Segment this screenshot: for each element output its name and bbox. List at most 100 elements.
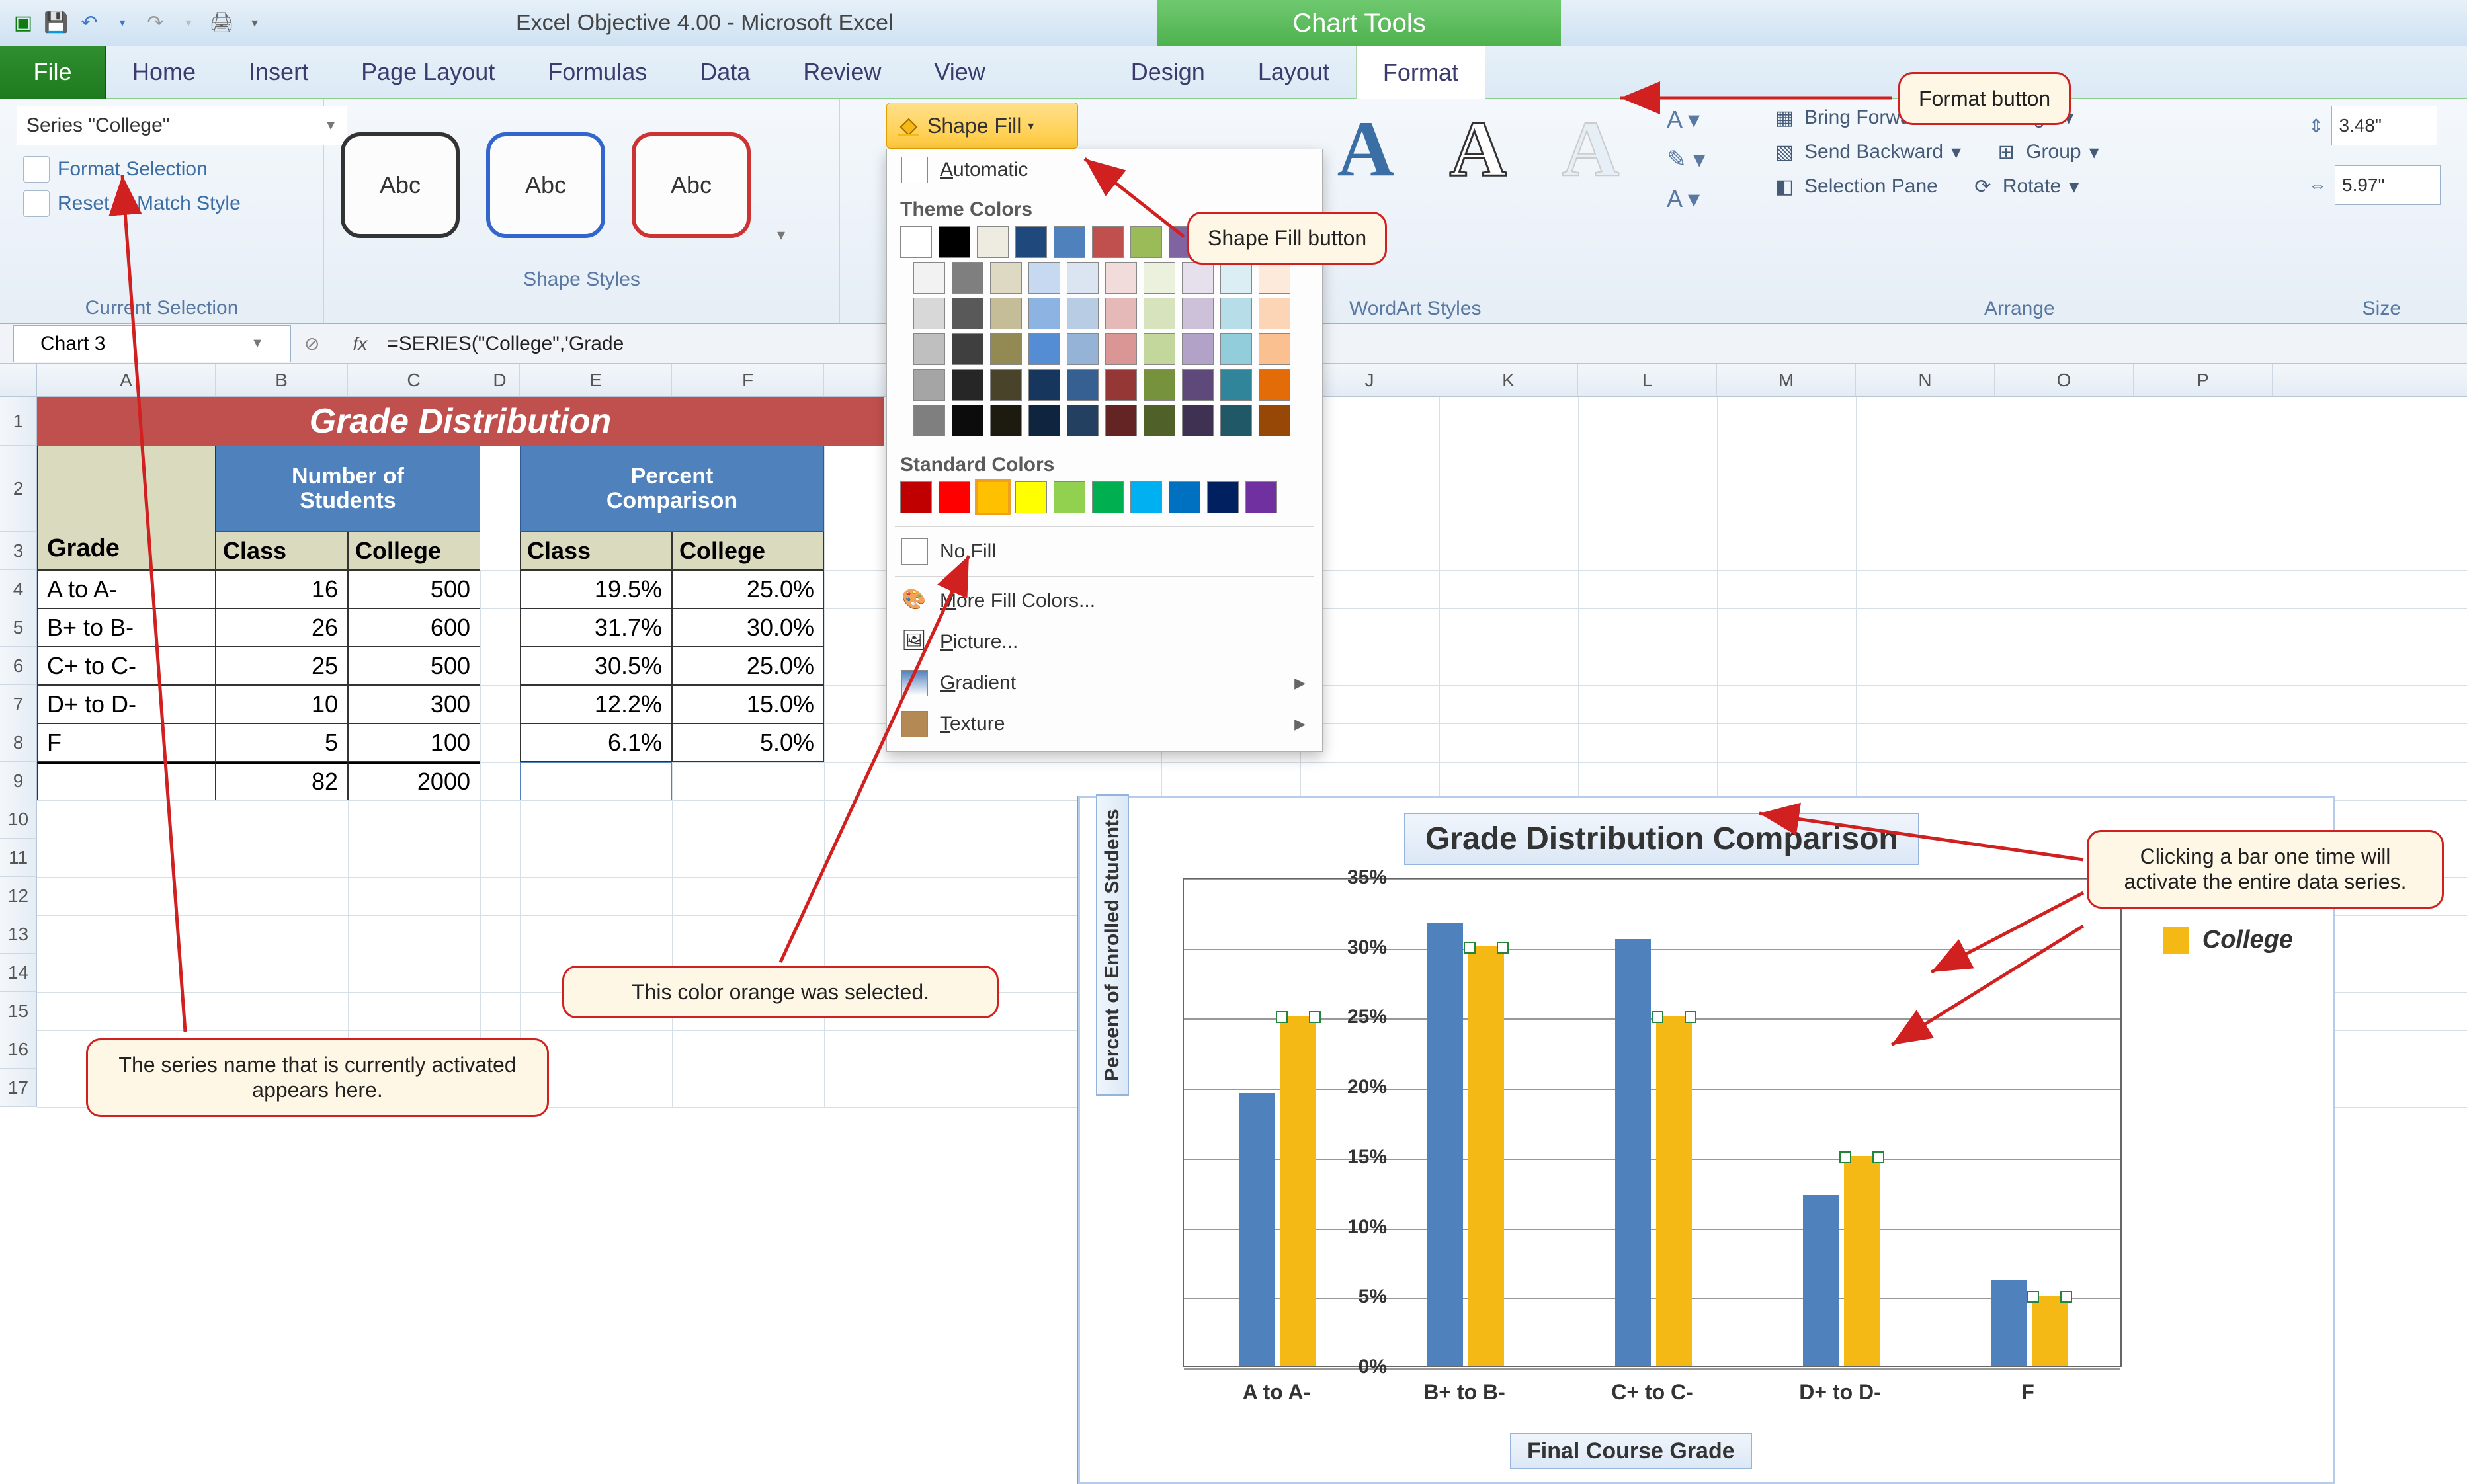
theme-tint-swatch[interactable] <box>1028 262 1060 294</box>
cell-ncoll[interactable]: 600 <box>348 608 480 647</box>
row-header-9[interactable]: 9 <box>0 762 37 800</box>
theme-color-swatch[interactable] <box>977 226 1009 258</box>
cell-pclass[interactable]: 19.5% <box>520 570 672 608</box>
theme-tint-swatch[interactable] <box>1105 369 1137 401</box>
selection-pane-button[interactable]: ◧Selection Pane <box>1773 175 1938 198</box>
theme-tint-swatch[interactable] <box>990 405 1022 436</box>
cell-ncoll[interactable]: 300 <box>348 685 480 723</box>
theme-tint-swatch[interactable] <box>1067 333 1099 365</box>
row-header-13[interactable]: 13 <box>0 915 37 954</box>
row-header-1[interactable]: 1 <box>0 397 37 446</box>
quick-print-icon[interactable]: 🖨 <box>208 10 235 36</box>
menu-automatic[interactable]: Automatic <box>887 149 1322 190</box>
text-fill-icon[interactable]: A ▾ <box>1667 106 1705 134</box>
chart-bar-college[interactable] <box>1280 1016 1316 1366</box>
row-header-3[interactable]: 3 <box>0 532 37 570</box>
shape-width-input[interactable]: 5.97" <box>2335 165 2441 205</box>
theme-tint-swatch[interactable] <box>1220 298 1252 329</box>
theme-tint-swatch[interactable] <box>1144 333 1175 365</box>
text-effects-icon[interactable]: A ▾ <box>1667 185 1705 213</box>
row-header-7[interactable]: 7 <box>0 685 37 723</box>
theme-tint-swatch[interactable] <box>1028 369 1060 401</box>
theme-tint-swatch[interactable] <box>990 369 1022 401</box>
chart-bar-class[interactable] <box>1239 1093 1275 1366</box>
wordart-preset-3[interactable]: A <box>1548 106 1634 192</box>
chart-bar-class[interactable] <box>1991 1280 2027 1366</box>
col-header-C[interactable]: C <box>348 364 480 396</box>
theme-tint-swatch[interactable] <box>1105 333 1137 365</box>
format-selection-button[interactable]: Format Selection <box>17 152 307 186</box>
cell-pcoll[interactable]: 25.0% <box>672 570 824 608</box>
cell-nclass[interactable]: 5 <box>216 723 348 762</box>
row-header-11[interactable]: 11 <box>0 839 37 877</box>
theme-color-swatch[interactable] <box>1054 226 1085 258</box>
undo-dropdown-icon[interactable]: ▾ <box>109 10 136 36</box>
theme-tint-swatch[interactable] <box>1259 262 1290 294</box>
cell-pcoll[interactable]: 30.0% <box>672 608 824 647</box>
cell-nclass[interactable]: 16 <box>216 570 348 608</box>
standard-color-swatch[interactable] <box>1092 481 1124 513</box>
standard-color-swatch[interactable] <box>1054 481 1085 513</box>
standard-color-swatch[interactable] <box>977 481 1009 513</box>
chart-x-axis-label[interactable]: Final Course Grade <box>1510 1433 1752 1469</box>
theme-tint-swatch[interactable] <box>952 405 983 436</box>
col-header-L[interactable]: L <box>1578 364 1717 396</box>
shape-style-preset-blue[interactable]: Abc <box>486 132 605 238</box>
theme-tint-swatch[interactable] <box>1028 298 1060 329</box>
col-header-F[interactable]: F <box>672 364 824 396</box>
theme-tint-swatch[interactable] <box>1144 405 1175 436</box>
theme-color-swatch[interactable] <box>1092 226 1124 258</box>
theme-tint-swatch[interactable] <box>1028 405 1060 436</box>
row-header-16[interactable]: 16 <box>0 1030 37 1069</box>
row-header-17[interactable]: 17 <box>0 1069 37 1107</box>
row-header-15[interactable]: 15 <box>0 992 37 1030</box>
theme-tint-swatch[interactable] <box>1182 405 1214 436</box>
theme-tint-swatch[interactable] <box>913 298 945 329</box>
theme-tint-swatch[interactable] <box>1182 369 1214 401</box>
row-header-2[interactable]: 2 <box>0 446 37 532</box>
row-header-4[interactable]: 4 <box>0 570 37 608</box>
theme-tint-swatch[interactable] <box>1067 369 1099 401</box>
shape-style-gallery-more-icon[interactable]: ▾ <box>777 226 785 245</box>
name-box-dropdown-icon[interactable]: ▼ <box>251 336 264 351</box>
cell-grade[interactable]: C+ to C- <box>37 647 216 685</box>
theme-tint-swatch[interactable] <box>1220 369 1252 401</box>
row-header-10[interactable]: 10 <box>0 800 37 839</box>
theme-color-swatch[interactable] <box>939 226 970 258</box>
theme-tint-swatch[interactable] <box>1182 298 1214 329</box>
cell-nclass[interactable]: 10 <box>216 685 348 723</box>
legend-item-college[interactable]: College <box>2163 926 2293 954</box>
theme-color-swatch[interactable] <box>1130 226 1162 258</box>
col-header-K[interactable]: K <box>1439 364 1578 396</box>
standard-color-swatch[interactable] <box>900 481 932 513</box>
cell-ncoll[interactable]: 100 <box>348 723 480 762</box>
chart-bar-class[interactable] <box>1615 939 1651 1366</box>
theme-tint-swatch[interactable] <box>990 333 1022 365</box>
theme-tint-swatch[interactable] <box>1105 405 1137 436</box>
shape-height-input[interactable]: 3.48" <box>2331 106 2437 145</box>
menu-no-fill[interactable]: No Fill <box>887 531 1322 572</box>
row-header-6[interactable]: 6 <box>0 647 37 685</box>
shape-fill-button[interactable]: Shape Fill ▾ <box>886 103 1078 149</box>
theme-tint-swatch[interactable] <box>1144 298 1175 329</box>
rotate-button[interactable]: ⟳Rotate ▾ <box>1971 175 2079 198</box>
theme-tint-swatch[interactable] <box>1067 405 1099 436</box>
row-header-14[interactable]: 14 <box>0 954 37 992</box>
theme-tint-swatch[interactable] <box>1105 262 1137 294</box>
cell-pcoll[interactable]: 25.0% <box>672 647 824 685</box>
tab-home[interactable]: Home <box>106 46 222 99</box>
chart-bar-college[interactable] <box>1656 1016 1692 1366</box>
col-header-B[interactable]: B <box>216 364 348 396</box>
cell-ncoll-total[interactable]: 2000 <box>348 762 480 800</box>
col-header-E[interactable]: E <box>520 364 672 396</box>
cell-ncoll[interactable]: 500 <box>348 647 480 685</box>
menu-gradient-fill[interactable]: Gradient ▶ <box>887 663 1322 704</box>
theme-tint-swatch[interactable] <box>1144 262 1175 294</box>
group-button[interactable]: ⊞Group ▾ <box>1994 140 2099 164</box>
theme-tint-swatch[interactable] <box>990 262 1022 294</box>
text-outline-icon[interactable]: ✎ ▾ <box>1667 145 1705 173</box>
theme-tint-swatch[interactable] <box>1067 262 1099 294</box>
wordart-preset-1[interactable]: A <box>1323 106 1409 192</box>
chart-element-selector[interactable]: Series "College" ▼ <box>17 106 347 145</box>
theme-tint-swatch[interactable] <box>913 369 945 401</box>
